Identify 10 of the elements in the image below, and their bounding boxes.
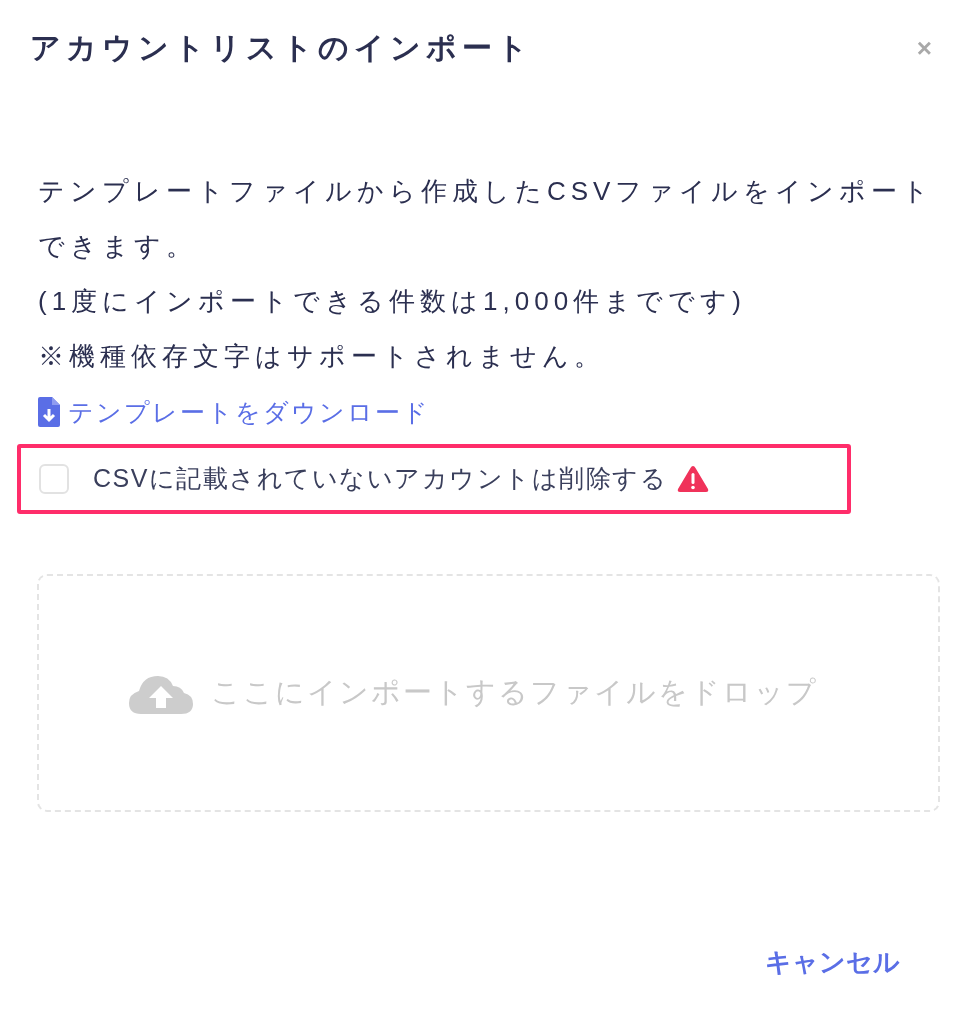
close-button[interactable]: × bbox=[916, 33, 932, 63]
description-text: ※機種依存文字はサポートされません。 bbox=[38, 340, 606, 373]
file-download-icon bbox=[38, 397, 60, 427]
dialog-title: アカウントリストのインポート bbox=[30, 30, 533, 66]
description-text: (1度にインポートできる件数は1,000件までです) bbox=[38, 285, 747, 318]
cancel-button[interactable]: キャンセル bbox=[765, 939, 900, 986]
description-text: テンプレートファイルから作成したCSVファイルをインポートできます。 bbox=[38, 175, 936, 263]
checkbox[interactable] bbox=[39, 464, 69, 494]
checkbox-label[interactable]: CSVに記載されていないアカウントは削除する bbox=[93, 460, 668, 498]
template-download-link[interactable]: テンプレートをダウンロード bbox=[38, 394, 430, 430]
